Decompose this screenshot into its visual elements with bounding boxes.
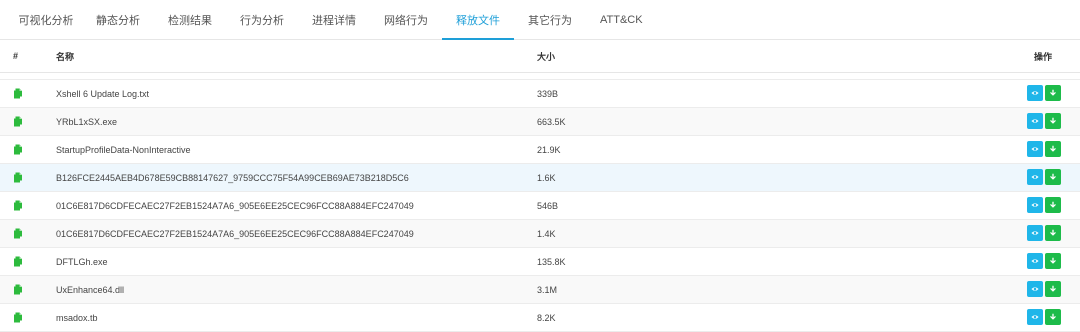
view-button[interactable] [1027, 253, 1043, 269]
file-name: msadox.tb [56, 312, 98, 323]
download-button[interactable] [1045, 113, 1061, 129]
table-row: 01C6E817D6CDFECAEC27F2EB1524A7A6_905E6EE… [0, 220, 1080, 248]
eye-icon [1031, 117, 1039, 125]
tab-static-analysis[interactable]: 静态分析 [82, 0, 154, 39]
file-size: 21.9K [537, 144, 561, 155]
download-icon [1049, 257, 1057, 265]
table-row: msadox.tb 8.2K [0, 304, 1080, 332]
file-name: B126FCE2445AEB4D678E59CB88147627_9759CCC… [56, 172, 409, 183]
table-row: 01C6E817D6CDFECAEC27F2EB1524A7A6_905E6EE… [0, 192, 1080, 220]
file-size: 1.6K [537, 172, 556, 183]
eye-icon [1031, 229, 1039, 237]
file-size: 1.4K [537, 228, 556, 239]
download-button[interactable] [1045, 225, 1061, 241]
download-icon [1049, 145, 1057, 153]
file-icon [13, 284, 23, 295]
view-button[interactable] [1027, 281, 1043, 297]
eye-icon [1031, 201, 1039, 209]
table-row: UxEnhance64.dll 3.1M [0, 276, 1080, 304]
eye-icon [1031, 145, 1039, 153]
file-name: DFTLGh.exe [56, 256, 108, 267]
download-icon [1049, 285, 1057, 293]
eye-icon [1031, 89, 1039, 97]
file-name: 01C6E817D6CDFECAEC27F2EB1524A7A6_905E6EE… [56, 228, 414, 239]
tab-detection-results[interactable]: 检测结果 [154, 0, 226, 39]
file-icon [13, 228, 23, 239]
header-name[interactable]: 名称 [56, 50, 74, 63]
file-name: YRbL1xSX.exe [56, 116, 118, 127]
file-icon [13, 256, 23, 267]
file-size: 546B [537, 200, 559, 211]
table-row: DFTLGh.exe 135.8K [0, 248, 1080, 276]
eye-icon [1031, 285, 1039, 293]
view-button[interactable] [1027, 225, 1043, 241]
table-row: Xshell 6 Update Log.txt 339B [0, 80, 1080, 108]
table-gap [0, 73, 1080, 80]
file-icon [13, 116, 23, 127]
view-button[interactable] [1027, 309, 1043, 325]
download-button[interactable] [1045, 141, 1061, 157]
download-icon [1049, 117, 1057, 125]
file-icon [13, 312, 23, 323]
eye-icon [1031, 173, 1039, 181]
table-row: StartupProfileData-NonInteractive 21.9K [0, 136, 1080, 164]
download-icon [1049, 201, 1057, 209]
table-row: B126FCE2445AEB4D678E59CB88147627_9759CCC… [0, 164, 1080, 192]
file-name: Xshell 6 Update Log.txt [56, 88, 150, 99]
file-name: 01C6E817D6CDFECAEC27F2EB1524A7A6_905E6EE… [56, 200, 414, 211]
download-button[interactable] [1045, 169, 1061, 185]
table-row: YRbL1xSX.exe 663.5K [0, 108, 1080, 136]
download-icon [1049, 173, 1057, 181]
file-icon [13, 172, 23, 183]
tab-visual-analysis[interactable]: 可视化分析 [10, 0, 82, 39]
file-name: UxEnhance64.dll [56, 284, 125, 295]
download-icon [1049, 313, 1057, 321]
table-body: Xshell 6 Update Log.txt 339B YRbL1xSX.exe 6… [0, 80, 1080, 332]
file-size: 339B [537, 88, 559, 99]
tab-other-behavior[interactable]: 其它行为 [514, 0, 586, 39]
file-size: 663.5K [537, 116, 566, 127]
header-actions: 操作 [1034, 51, 1053, 62]
file-icon [13, 200, 23, 211]
tab-network-behavior[interactable]: 网络行为 [370, 0, 442, 39]
file-size: 3.1M [537, 284, 558, 295]
tab-dropped-files[interactable]: 释放文件 [442, 0, 514, 40]
tab-bar: 可视化分析 静态分析 检测结果 行为分析 进程详情 网络行为 释放文件 其它行为… [0, 0, 1080, 40]
download-icon [1049, 229, 1057, 237]
eye-icon [1031, 257, 1039, 265]
download-button[interactable] [1045, 309, 1061, 325]
table-header: # 名称 大小 操作 [0, 40, 1080, 73]
file-size: 8.2K [537, 312, 556, 323]
download-button[interactable] [1045, 281, 1061, 297]
view-button[interactable] [1027, 197, 1043, 213]
file-size: 135.8K [537, 256, 566, 267]
view-button[interactable] [1027, 85, 1043, 101]
tab-attck[interactable]: ATT&CK [586, 0, 657, 39]
tab-behavior-analysis[interactable]: 行为分析 [226, 0, 298, 39]
download-button[interactable] [1045, 85, 1061, 101]
view-button[interactable] [1027, 113, 1043, 129]
download-button[interactable] [1045, 253, 1061, 269]
file-icon [13, 144, 23, 155]
view-button[interactable] [1027, 141, 1043, 157]
header-index: # [13, 51, 19, 61]
download-button[interactable] [1045, 197, 1061, 213]
eye-icon [1031, 313, 1039, 321]
tab-process-details[interactable]: 进程详情 [298, 0, 370, 39]
download-icon [1049, 89, 1057, 97]
view-button[interactable] [1027, 169, 1043, 185]
file-name: StartupProfileData-NonInteractive [56, 144, 191, 155]
file-icon [13, 88, 23, 99]
header-size[interactable]: 大小 [537, 50, 555, 63]
